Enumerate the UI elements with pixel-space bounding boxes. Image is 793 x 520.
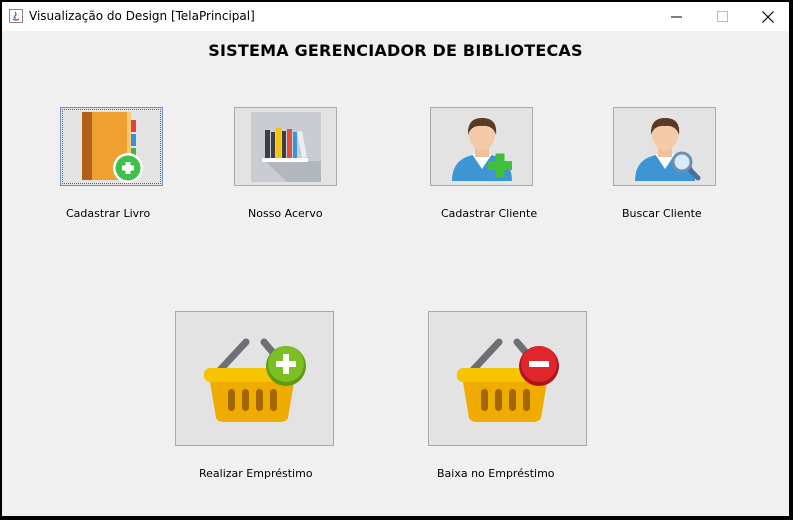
add-book-icon	[82, 112, 143, 183]
add-book-button[interactable]	[60, 107, 163, 186]
search-client-button[interactable]	[613, 107, 716, 186]
java-app-icon	[9, 9, 23, 23]
basket-remove-icon	[457, 338, 559, 422]
collection-label: Nosso Acervo	[248, 207, 323, 220]
page-title: SISTEMA GERENCIADOR DE BIBLIOTECAS	[208, 41, 583, 60]
loan-label: Realizar Empréstimo	[199, 467, 313, 480]
close-button[interactable]	[745, 2, 789, 31]
main-window: Visualização do Design [TelaPrincipal] S…	[1, 1, 790, 517]
search-client-label: Buscar Cliente	[622, 207, 702, 220]
bookshelf-icon	[251, 112, 321, 182]
maximize-icon	[717, 11, 728, 22]
add-user-icon	[452, 118, 512, 181]
maximize-button[interactable]	[700, 2, 746, 31]
minimize-button[interactable]	[654, 2, 700, 31]
add-book-label: Cadastrar Livro	[66, 207, 151, 220]
search-user-icon	[635, 118, 701, 181]
add-client-button[interactable]	[430, 107, 533, 186]
main-panel: SISTEMA GERENCIADOR DE BIBLIOTECAS Cadas…	[2, 31, 789, 516]
return-loan-button[interactable]	[428, 311, 587, 446]
minimize-icon	[671, 16, 682, 18]
loan-button[interactable]	[175, 311, 334, 446]
window-title: Visualização do Design [TelaPrincipal]	[29, 9, 255, 23]
add-client-label: Cadastrar Cliente	[441, 207, 538, 220]
close-icon	[762, 11, 774, 23]
title-bar[interactable]: Visualização do Design [TelaPrincipal]	[2, 2, 789, 31]
collection-button[interactable]	[234, 107, 337, 186]
return-loan-label: Baixa no Empréstimo	[437, 467, 555, 480]
basket-add-icon	[204, 338, 306, 422]
